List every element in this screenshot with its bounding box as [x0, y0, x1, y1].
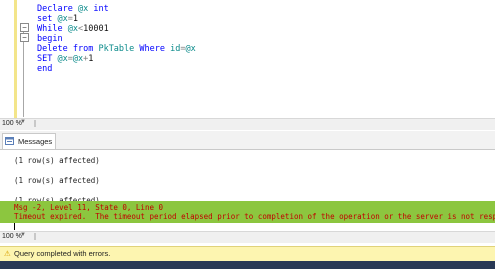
zoom-dropdown-icon[interactable]: ▼ [20, 119, 26, 125]
zoom-dropdown-icon[interactable]: ▼ [20, 232, 26, 238]
code-token: PkTable [98, 44, 135, 54]
collapse-while-icon[interactable]: − [20, 23, 29, 32]
code-token: @x [57, 54, 68, 64]
code-line[interactable]: begin [37, 34, 63, 44]
warning-icon: ⚠ [4, 249, 11, 258]
message-line: (1 row(s) affected) [14, 176, 100, 185]
code-token: 1 [88, 54, 94, 64]
editor-zoom-value[interactable]: 100 % [2, 120, 22, 127]
status-text: Query completed with errors. [14, 249, 111, 258]
code-token: @x [72, 54, 84, 64]
selection-margin [0, 0, 14, 118]
code-token: from [72, 44, 94, 54]
code-line[interactable]: While @x<10001 [37, 24, 109, 34]
code-line[interactable]: end [37, 64, 52, 74]
code-token: @x [67, 24, 78, 34]
results-tabs: Messages [0, 131, 495, 150]
results-zoom-bar: 100 % ▼ [0, 231, 495, 243]
messages-icon [5, 137, 14, 145]
code-token: int [93, 4, 109, 14]
code-line[interactable]: set @x=1 [37, 14, 78, 24]
code-token: Where [139, 44, 165, 54]
code-token: begin [37, 34, 63, 44]
collapse-begin-icon[interactable]: − [20, 33, 29, 42]
error-highlight: Msg -2, Level 11, State 0, Line 0 Timeou… [0, 201, 495, 223]
horizontal-scrollbar[interactable] [34, 120, 36, 127]
error-line: Timeout expired. The timeout period elap… [14, 212, 495, 221]
query-status-bar: ⚠ Query completed with errors. [0, 246, 495, 261]
code-token: end [37, 64, 53, 74]
window-bottom-strip [0, 261, 495, 269]
message-line: (1 row(s) affected) [14, 156, 100, 165]
code-token: 1 [72, 14, 78, 24]
change-tracking-bar [14, 0, 17, 118]
code-token: 10001 [83, 24, 109, 34]
code-token: While [37, 24, 63, 34]
horizontal-scrollbar[interactable] [34, 233, 36, 240]
code-token: id [170, 44, 181, 54]
editor-zoom-bar: 100 % ▼ [0, 118, 495, 130]
query-editor[interactable]: − − Declare @x int set @x=1 While @x<10001… [0, 0, 495, 118]
tab-messages[interactable]: Messages [2, 133, 56, 149]
error-line: Msg -2, Level 11, State 0, Line 0 [14, 203, 164, 212]
results-zoom-value[interactable]: 100 % [2, 233, 22, 240]
code-token: set [37, 14, 53, 24]
messages-pane[interactable]: (1 row(s) affected) (1 row(s) affected) … [0, 150, 495, 230]
code-token: @x [185, 44, 196, 54]
code-token: @x [57, 14, 68, 24]
code-token: Delete [37, 44, 68, 54]
code-line[interactable]: SET @x=@x+1 [37, 54, 93, 64]
text-caret [14, 223, 15, 230]
code-line[interactable]: Delete from PkTable Where id=@x [37, 44, 196, 54]
code-token: Declare [37, 4, 73, 14]
code-token: @x [77, 4, 89, 14]
code-token: SET [37, 54, 53, 64]
code-line[interactable]: Declare @x int [37, 4, 109, 14]
tab-messages-label: Messages [18, 137, 53, 146]
